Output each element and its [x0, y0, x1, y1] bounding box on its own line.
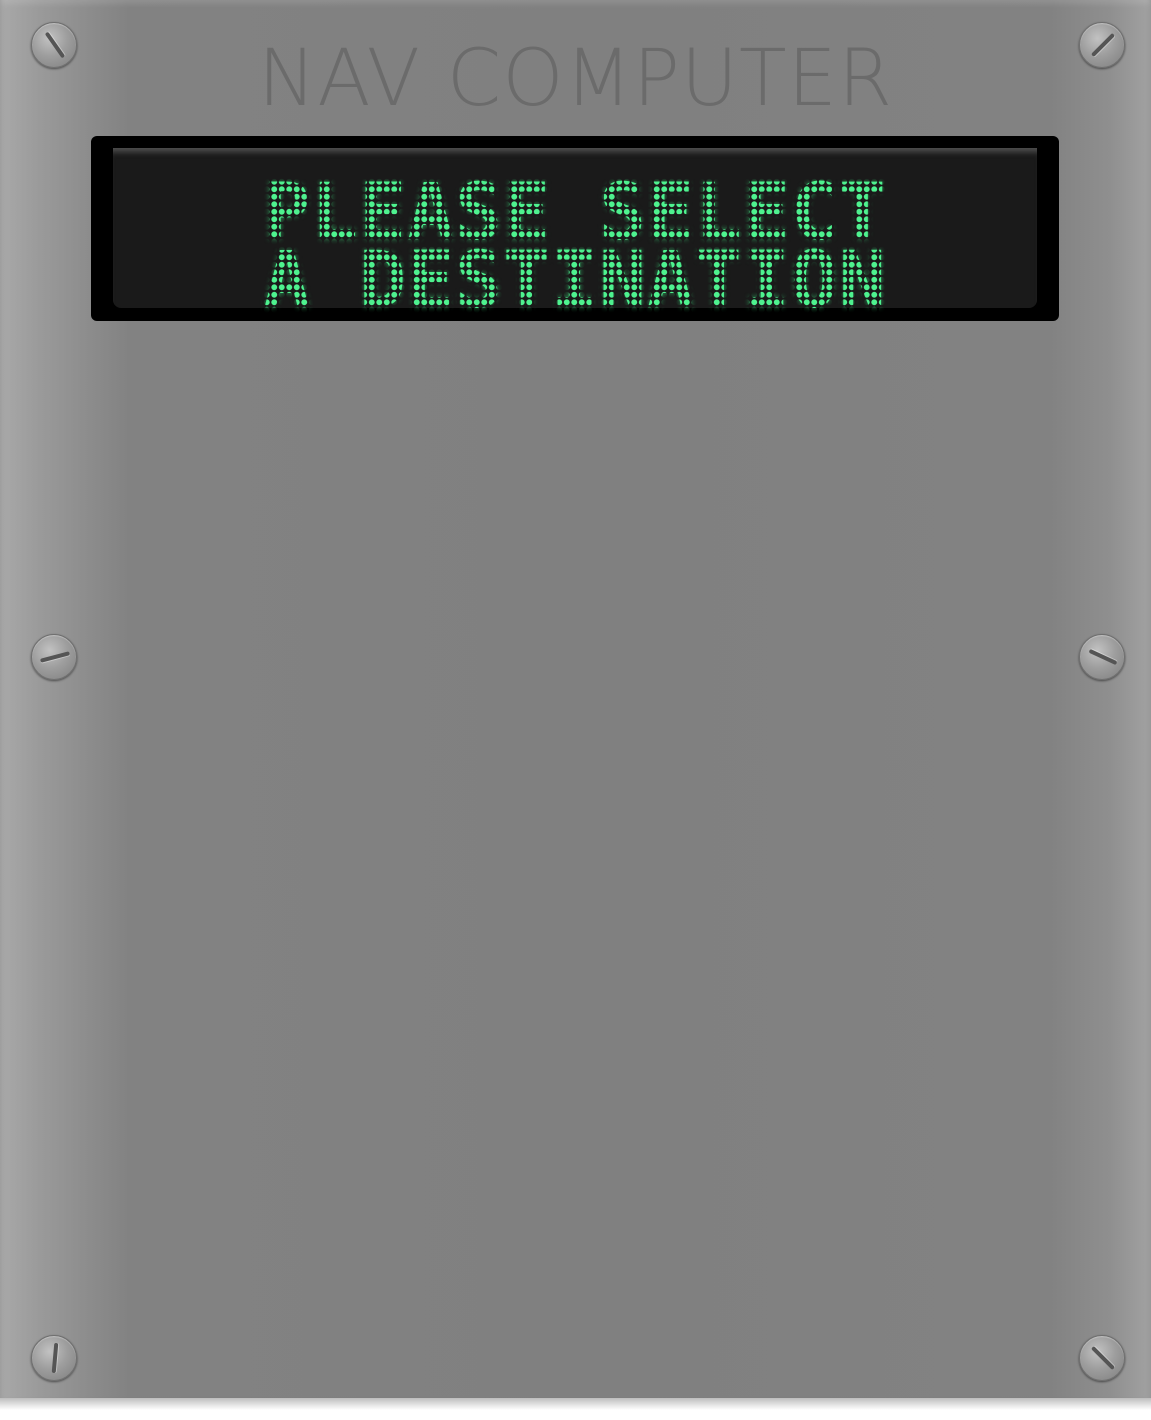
- nav-computer-panel: NAV COMPUTER PLEASE SELECT A DESTINATION: [0, 0, 1151, 1408]
- screw-mid-right-icon: [1079, 634, 1125, 680]
- screw-top-left-icon: [31, 22, 77, 68]
- lcd-display-screen: PLEASE SELECT A DESTINATION: [113, 148, 1037, 320]
- panel-bottom-edge: [0, 1398, 1151, 1410]
- screw-top-right-icon: [1079, 22, 1125, 68]
- screw-mid-left-icon: [31, 634, 77, 680]
- display-message-line-1: PLEASE SELECT: [263, 168, 887, 258]
- screw-bottom-left-icon: [31, 1335, 77, 1381]
- screw-bottom-right-icon: [1079, 1335, 1125, 1381]
- panel-title: NAV COMPUTER: [257, 34, 894, 124]
- display-message-line-2: A DESTINATION: [263, 236, 887, 326]
- lcd-display-bezel: PLEASE SELECT A DESTINATION: [91, 136, 1059, 321]
